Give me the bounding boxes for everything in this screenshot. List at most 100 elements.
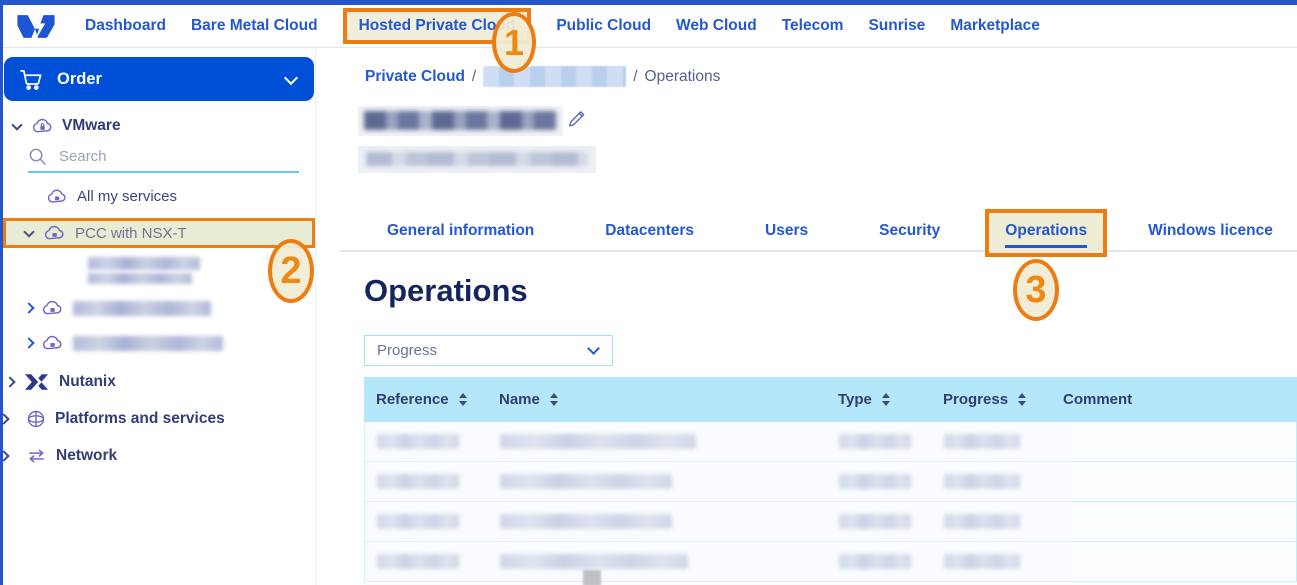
sphere-icon (26, 409, 46, 429)
redacted-cell (500, 474, 672, 489)
annotation-step-2: 2 (268, 239, 314, 303)
tab-users[interactable]: Users (765, 222, 808, 240)
annotation-step-1: 1 (492, 12, 536, 73)
nav-telecom[interactable]: Telecom (782, 17, 844, 35)
sidebar-item-platforms-and-services-label: Platforms and services (55, 410, 225, 428)
redacted-cell (944, 474, 1020, 489)
sidebar-item-network-label: Network (56, 447, 117, 465)
redacted-cell (944, 514, 1020, 529)
primary-nav: Dashboard Bare Metal Cloud Hosted Privat… (85, 17, 1040, 35)
chevron-down-icon (284, 70, 298, 84)
column-header-comment-label: Comment (1063, 391, 1132, 408)
breadcrumb-separator: / (633, 68, 637, 86)
sidebar-item-nutanix[interactable]: Nutanix (3, 370, 315, 394)
table-row (365, 462, 1296, 502)
sidebar-item-service-2[interactable] (3, 332, 315, 354)
redacted-cell (839, 554, 911, 569)
tab-operations-highlight: Operations (985, 209, 1107, 257)
table-row (365, 422, 1296, 462)
search-input[interactable]: Search (59, 148, 107, 165)
sidebar-item-all-my-services-label: All my services (77, 188, 177, 205)
annotation-step-3-number: 3 (1025, 269, 1046, 312)
sort-icon[interactable] (459, 393, 467, 406)
edit-pencil-icon[interactable] (568, 108, 587, 134)
tab-security[interactable]: Security (879, 222, 940, 240)
cloud-lock-icon (32, 117, 53, 135)
window-left-border (0, 0, 3, 585)
redacted-cell (839, 514, 911, 529)
redaction-artifact (583, 570, 601, 585)
sidebar-item-vmware[interactable]: VMware (3, 114, 315, 138)
cloud-lock-icon (47, 188, 67, 205)
ovh-logo-icon (14, 11, 58, 42)
chevron-right-icon[interactable] (23, 302, 34, 313)
cloud-lock-icon (44, 224, 65, 242)
column-header-name-label: Name (499, 391, 540, 408)
redacted-service-name (88, 257, 200, 284)
sidebar-item-nutanix-label: Nutanix (59, 373, 116, 391)
breadcrumb-operations: Operations (645, 68, 721, 86)
nav-hosted-private-cloud[interactable]: Hosted Private Cloud (359, 17, 516, 34)
redacted-cell (377, 514, 459, 529)
redacted-cell (377, 554, 459, 569)
annotation-step-1-number: 1 (504, 22, 524, 64)
cloud-lock-icon (42, 334, 63, 352)
table-row (365, 542, 1296, 582)
progress-filter-value: Progress (377, 342, 437, 359)
nav-sunrise[interactable]: Sunrise (868, 17, 925, 35)
sidebar: Order VMware Search (3, 48, 316, 585)
redacted-cell (839, 474, 911, 489)
sidebar-item-pcc-with-nsx-t-label: PCC with NSX-T (75, 225, 187, 242)
breadcrumb-private-cloud[interactable]: Private Cloud (365, 68, 465, 86)
sidebar-item-all-my-services[interactable]: All my services (3, 184, 315, 208)
window-top-border (0, 0, 1297, 5)
redacted-cell (500, 434, 696, 449)
order-button[interactable]: Order (4, 57, 314, 101)
nutanix-icon (23, 372, 50, 392)
redacted-cell (377, 474, 459, 489)
redacted-cell (944, 554, 1020, 569)
sidebar-search[interactable]: Search (28, 147, 299, 173)
app-window: Dashboard Bare Metal Cloud Hosted Privat… (0, 0, 1297, 585)
sidebar-item-platforms-and-services[interactable]: Platforms and services (3, 407, 315, 431)
redacted-cell (500, 554, 688, 569)
sort-icon[interactable] (1018, 393, 1026, 406)
sidebar-item-pcc-with-nsx-t[interactable]: PCC with NSX-T (3, 218, 315, 248)
redacted-service-title (358, 106, 563, 136)
column-header-progress-label: Progress (943, 391, 1008, 408)
tab-datacenters[interactable]: Datacenters (605, 222, 694, 240)
redacted-cell (500, 514, 672, 529)
column-header-reference: Reference (364, 391, 487, 408)
sort-icon[interactable] (550, 393, 558, 406)
redacted-text (366, 152, 588, 166)
ovh-logo[interactable] (14, 11, 58, 42)
nav-public-cloud[interactable]: Public Cloud (556, 17, 651, 35)
nav-bare-metal-cloud[interactable]: Bare Metal Cloud (191, 17, 318, 35)
tab-operations[interactable]: Operations (1005, 222, 1087, 248)
order-button-label: Order (57, 70, 102, 89)
progress-filter-select[interactable]: Progress (364, 335, 613, 366)
nav-web-cloud[interactable]: Web Cloud (676, 17, 757, 35)
chevron-down-icon[interactable] (11, 119, 22, 130)
column-header-reference-label: Reference (376, 391, 449, 408)
nav-dashboard[interactable]: Dashboard (85, 17, 166, 35)
nav-marketplace[interactable]: Marketplace (950, 17, 1040, 35)
chevron-right-icon[interactable] (4, 376, 15, 387)
sort-icon[interactable] (882, 393, 890, 406)
redacted-text (364, 111, 557, 130)
tab-windows-licence[interactable]: Windows licence (1148, 222, 1273, 240)
table-row (365, 502, 1296, 542)
tab-general-information[interactable]: General information (387, 222, 534, 240)
breadcrumb: Private Cloud / / Operations (365, 66, 720, 87)
breadcrumb-separator: / (472, 68, 476, 86)
sidebar-item-service-1[interactable] (3, 297, 315, 319)
operations-table: Reference Name Type Progress Comment (364, 377, 1297, 585)
table-body (364, 422, 1297, 582)
sidebar-item-network[interactable]: Network (3, 444, 315, 468)
redacted-cell (377, 434, 459, 449)
chevron-down-icon (587, 342, 600, 355)
search-icon (28, 147, 47, 166)
chevron-right-icon[interactable] (23, 337, 34, 348)
chevron-down-icon[interactable] (23, 226, 34, 237)
redacted-text (73, 301, 211, 316)
